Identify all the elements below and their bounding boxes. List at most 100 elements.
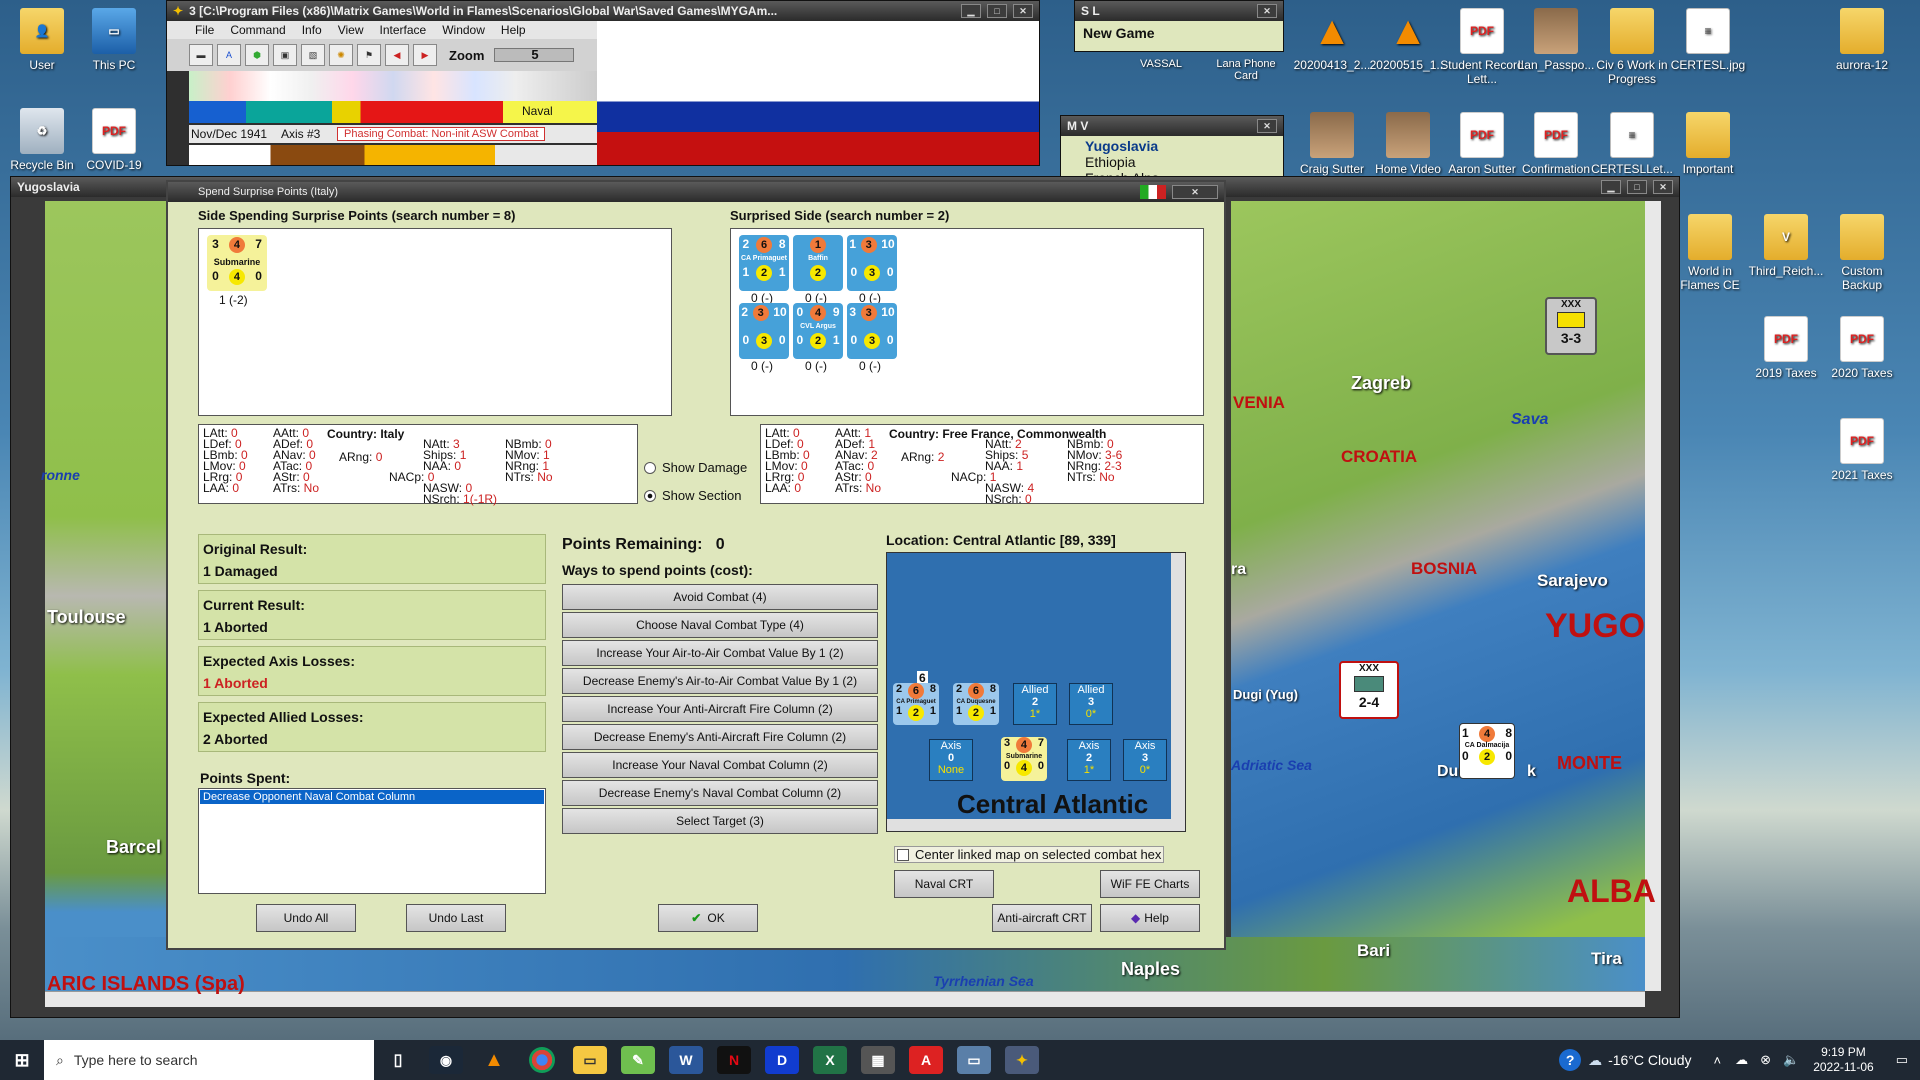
unit-counter-ship[interactable]: 2 3 10 0 3 0 xyxy=(739,303,789,359)
sun-icon[interactable]: ✺ xyxy=(329,44,353,66)
points-spent-list[interactable]: Decrease Opponent Naval Combat Column xyxy=(198,788,546,894)
minimize-button[interactable]: ▁ xyxy=(961,4,981,18)
menu-help[interactable]: Help xyxy=(501,23,526,37)
mini-allied-box[interactable]: Allied 2 1* xyxy=(1013,683,1057,725)
mv-item-ethiopia[interactable]: Ethiopia xyxy=(1085,154,1259,170)
excel-icon[interactable]: X xyxy=(813,1046,847,1074)
maximize-button[interactable]: □ xyxy=(1627,180,1647,194)
mv-item-yugoslavia[interactable]: Yugoslavia xyxy=(1085,138,1259,154)
desktop-icon-certesllet[interactable]: ≡ CERTESLLet... xyxy=(1590,112,1674,176)
mini-axis-box[interactable]: Axis 2 1* xyxy=(1067,739,1111,781)
volume-icon[interactable]: 🔈 xyxy=(1783,1052,1799,1068)
wif-app-icon[interactable]: ✦ xyxy=(1005,1046,1039,1074)
naval-badge[interactable]: Naval xyxy=(519,104,556,118)
unit-counter-ship[interactable]: 1 Baffin 2 xyxy=(793,235,843,291)
tank-icon[interactable]: ▬ xyxy=(189,44,213,66)
desktop-icon-vid2[interactable]: ▲ 20200515_1... xyxy=(1366,8,1450,72)
vlc-icon[interactable]: ▲ xyxy=(477,1046,511,1074)
chrome-icon[interactable] xyxy=(529,1047,555,1073)
menu-view[interactable]: View xyxy=(338,23,364,37)
steam-icon[interactable]: ◉ xyxy=(429,1046,463,1074)
minimap-vscroll[interactable] xyxy=(1171,553,1185,831)
menu-info[interactable]: Info xyxy=(302,23,322,37)
spend-option-button[interactable]: Avoid Combat (4) xyxy=(562,584,878,610)
disney-icon[interactable]: D xyxy=(765,1046,799,1074)
desktop-icon-covid[interactable]: PDF COVID-19 xyxy=(72,108,156,172)
desktop-icon-confirmation[interactable]: PDF Confirmation xyxy=(1514,112,1598,176)
file-explorer-icon[interactable]: ▭ xyxy=(573,1046,607,1074)
desktop-icon-aurora[interactable]: aurora-12 xyxy=(1820,8,1904,72)
mini-axis-box[interactable]: Axis 3 0* xyxy=(1123,739,1167,781)
desktop-icon-important[interactable]: Important xyxy=(1666,112,1750,176)
anti-aircraft-crt-button[interactable]: Anti-aircraft CRT xyxy=(992,904,1092,932)
maximize-button[interactable]: □ xyxy=(987,4,1007,18)
desktop-icon-aaron[interactable]: PDF Aaron Sutter xyxy=(1440,112,1524,176)
zoom-box-icon[interactable]: ▧ xyxy=(301,44,325,66)
desktop-icon-civ6[interactable]: Civ 6 Work in Progress xyxy=(1590,8,1674,86)
zoom-slider[interactable]: 5 xyxy=(494,47,575,62)
ok-button[interactable]: ✔ OK xyxy=(658,904,758,932)
wif-charts-button[interactable]: WiF FE Charts xyxy=(1100,870,1200,898)
menu-file[interactable]: File xyxy=(195,23,214,37)
hex-icon[interactable]: ⬢ xyxy=(245,44,269,66)
minimap-hscroll[interactable] xyxy=(887,819,1173,831)
mini-unit-counter[interactable]: 2 6 8 CA Primaguet 1 2 1 xyxy=(893,683,939,725)
arrow-left-icon[interactable]: ◀ xyxy=(385,44,409,66)
help-tray-icon[interactable]: ? xyxy=(1559,1049,1582,1071)
desktop-icon-certesl[interactable]: ≡ CERTESL.jpg xyxy=(1666,8,1750,72)
help-button[interactable]: ◆ Help xyxy=(1100,904,1200,932)
spend-option-button[interactable]: Decrease Enemy's Anti-Aircraft Fire Colu… xyxy=(562,724,878,750)
menu-interface[interactable]: Interface xyxy=(380,23,427,37)
close-button[interactable]: ✕ xyxy=(1172,185,1218,199)
center-linked-option[interactable]: Center linked map on selected combat hex xyxy=(894,846,1165,863)
acrobat-icon[interactable]: A xyxy=(909,1046,943,1074)
show-section-option[interactable]: Show Section xyxy=(644,488,742,503)
unit-counter-yug-ca[interactable]: 148 CA Dalmacija 020 xyxy=(1459,723,1515,779)
unit-counter-ship[interactable]: 1 3 10 0 3 0 xyxy=(847,235,897,291)
spend-option-button[interactable]: Increase Your Naval Combat Column (2) xyxy=(562,752,878,778)
windows-start-icon[interactable]: ⊞ xyxy=(7,1046,37,1074)
close-button[interactable]: ✕ xyxy=(1257,4,1277,18)
spend-option-button[interactable]: Decrease Enemy's Naval Combat Column (2) xyxy=(562,780,878,806)
show-damage-option[interactable]: Show Damage xyxy=(644,460,747,475)
desktop-icon-vid1[interactable]: ▲ 20200413_2... xyxy=(1290,8,1374,72)
weather[interactable]: ☁ -16°C Cloudy xyxy=(1588,1052,1691,1069)
desktop-icon-student-record[interactable]: PDF Student Record Lett... xyxy=(1440,8,1524,86)
chevron-up-icon[interactable]: ˄ xyxy=(1714,1053,1722,1068)
undo-last-button[interactable]: Undo Last xyxy=(406,904,506,932)
arrow-right-icon[interactable]: ▶ xyxy=(413,44,437,66)
naval-crt-button[interactable]: Naval CRT xyxy=(894,870,994,898)
mini-allied-box[interactable]: Allied 3 0* xyxy=(1069,683,1113,725)
map-hscroll[interactable] xyxy=(45,991,1645,1007)
notepad-icon[interactable]: ✎ xyxy=(621,1046,655,1074)
undo-all-button[interactable]: Undo All xyxy=(256,904,356,932)
unit-counter-submarine[interactable]: 347 Submarine 040 xyxy=(207,235,267,291)
window-app-icon[interactable]: ▭ xyxy=(957,1046,991,1074)
spend-option-button[interactable]: Decrease Enemy's Air-to-Air Combat Value… xyxy=(562,668,878,694)
desktop-icon-2020-taxes[interactable]: PDF 2020 Taxes xyxy=(1820,316,1904,380)
clock[interactable]: 9:19 PM 2022-11-06 xyxy=(1813,1045,1874,1075)
task-view-icon[interactable]: ▯ xyxy=(381,1046,415,1074)
close-button[interactable]: ✕ xyxy=(1653,180,1673,194)
minimize-button[interactable]: ▁ xyxy=(1601,180,1621,194)
desktop-icon-this-pc[interactable]: ▭ This PC xyxy=(72,8,156,72)
desktop-icon-home-video[interactable]: Home Video xyxy=(1366,112,1450,176)
spend-option-button[interactable]: Increase Your Air-to-Air Combat Value By… xyxy=(562,640,878,666)
menu-command[interactable]: Command xyxy=(230,23,285,37)
desktop-icon-2021-taxes[interactable]: PDF 2021 Taxes xyxy=(1820,418,1904,482)
desktop-icon-passport[interactable]: Lan_Passpo... xyxy=(1514,8,1598,72)
menu-window[interactable]: Window xyxy=(442,23,485,37)
desktop-icon-third-reich[interactable]: V Third_Reich... xyxy=(1744,214,1828,278)
word-icon[interactable]: W xyxy=(669,1046,703,1074)
mini-unit-counter[interactable]: 2 6 8 CA Duquesne 1 2 1 xyxy=(953,683,999,725)
unit-box-icon[interactable]: ▣ xyxy=(273,44,297,66)
spend-option-button[interactable]: Increase Your Anti-Aircraft Fire Column … xyxy=(562,696,878,722)
sl-value[interactable]: New Game xyxy=(1075,21,1283,51)
network-icon[interactable]: ⊗ xyxy=(1760,1052,1771,1068)
points-spent-item[interactable]: Decrease Opponent Naval Combat Column xyxy=(200,790,544,804)
netflix-icon[interactable]: N xyxy=(717,1046,751,1074)
desktop-icon-custom-backup[interactable]: Custom Backup xyxy=(1820,214,1904,292)
notification-icon[interactable]: ▭ xyxy=(1896,1052,1908,1068)
close-button[interactable]: ✕ xyxy=(1257,119,1277,133)
close-button[interactable]: ✕ xyxy=(1013,4,1033,18)
